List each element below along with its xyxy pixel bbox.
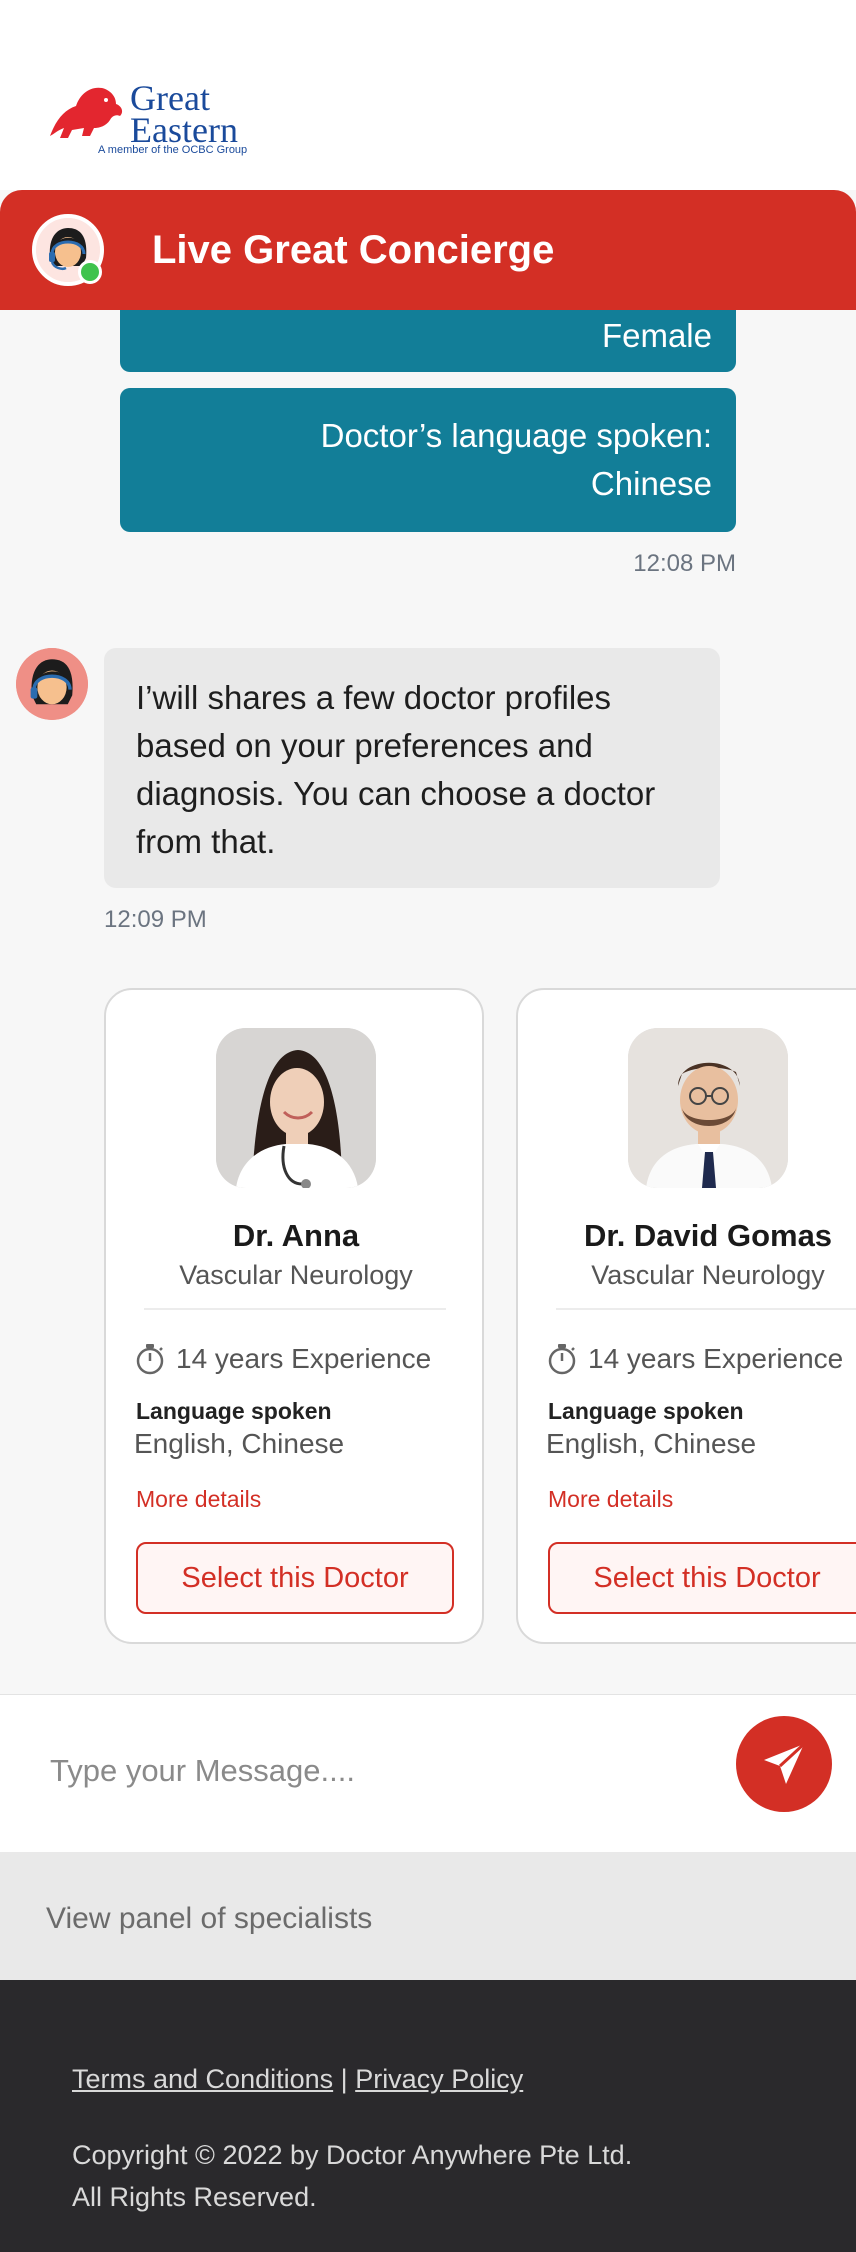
message-input[interactable] xyxy=(48,1740,692,1802)
doctor-male-portrait xyxy=(628,1028,788,1188)
doctor-card: Dr. Anna Vascular Neurology 14 years Exp… xyxy=(104,988,484,1644)
divider xyxy=(144,1308,446,1310)
lion-icon xyxy=(50,87,123,138)
agent-message-bubble: I’will shares a few doctor profiles base… xyxy=(104,648,720,888)
language-label: Language spoken xyxy=(136,1398,332,1424)
doctor-photo xyxy=(628,1028,788,1188)
experience-text: 14 years Experience xyxy=(588,1343,844,1374)
logo-text: Eastern xyxy=(130,110,238,150)
experience-row: 14 years Experience xyxy=(134,1342,431,1376)
more-details-link[interactable]: More details xyxy=(548,1486,673,1513)
send-button[interactable] xyxy=(736,1716,832,1812)
link-separator: | xyxy=(340,2064,348,2094)
doctor-name: Dr. David Gomas xyxy=(583,1218,833,1253)
doctor-specialty: Vascular Neurology xyxy=(179,1260,413,1290)
chat-messages[interactable]: Female Doctor’s language spoken: Chinese… xyxy=(0,310,856,1694)
user-message-bubble: Female xyxy=(120,310,736,372)
support-agent-icon xyxy=(16,648,88,720)
user-message-text: Doctor’s language spoken: xyxy=(320,417,712,454)
logo-tagline: A member of the OCBC Group xyxy=(98,144,248,156)
doctor-name: Dr. Anna xyxy=(232,1218,360,1253)
message-timestamp: 12:08 PM xyxy=(633,550,736,577)
language-value: English, Chinese xyxy=(134,1428,345,1459)
stopwatch-icon xyxy=(548,1344,576,1375)
select-doctor-button[interactable]: Select this Doctor xyxy=(548,1542,856,1614)
copyright-line: All Rights Reserved. xyxy=(72,2182,317,2212)
stopwatch-icon xyxy=(136,1344,164,1375)
send-icon xyxy=(764,1742,806,1784)
view-specialists-link[interactable]: View panel of specialists xyxy=(46,1902,372,1936)
doctor-female-portrait xyxy=(216,1028,376,1188)
chat-title: Live Great Concierge xyxy=(152,228,555,272)
divider xyxy=(556,1308,856,1310)
experience-row: 14 years Experience xyxy=(546,1342,843,1376)
online-status-indicator xyxy=(78,260,102,284)
language-value: English, Chinese xyxy=(546,1428,757,1459)
doctor-card: Dr. David Gomas Vascular Neurology 14 ye… xyxy=(516,988,856,1644)
footer-links: Terms and Conditions | Privacy Policy xyxy=(72,2064,523,2095)
message-timestamp: 12:09 PM xyxy=(104,906,207,933)
agent-avatar xyxy=(16,648,88,720)
privacy-link[interactable]: Privacy Policy xyxy=(355,2064,523,2094)
copyright-text: Copyright © 2022 by Doctor Anywhere Pte … xyxy=(72,2134,632,2218)
doctor-specialty: Vascular Neurology xyxy=(591,1260,825,1290)
select-doctor-button[interactable]: Select this Doctor xyxy=(136,1542,454,1614)
user-message-bubble: Doctor’s language spoken: Chinese xyxy=(120,388,736,532)
more-details-link[interactable]: More details xyxy=(136,1486,261,1513)
terms-link[interactable]: Terms and Conditions xyxy=(72,2064,333,2094)
doctor-photo xyxy=(216,1028,376,1188)
copyright-line: Copyright © 2022 by Doctor Anywhere Pte … xyxy=(72,2140,633,2170)
experience-text: 14 years Experience xyxy=(176,1343,432,1374)
language-label: Language spoken xyxy=(548,1398,744,1424)
user-message-text: Chinese xyxy=(590,465,712,502)
user-message-text: Female xyxy=(601,317,712,354)
